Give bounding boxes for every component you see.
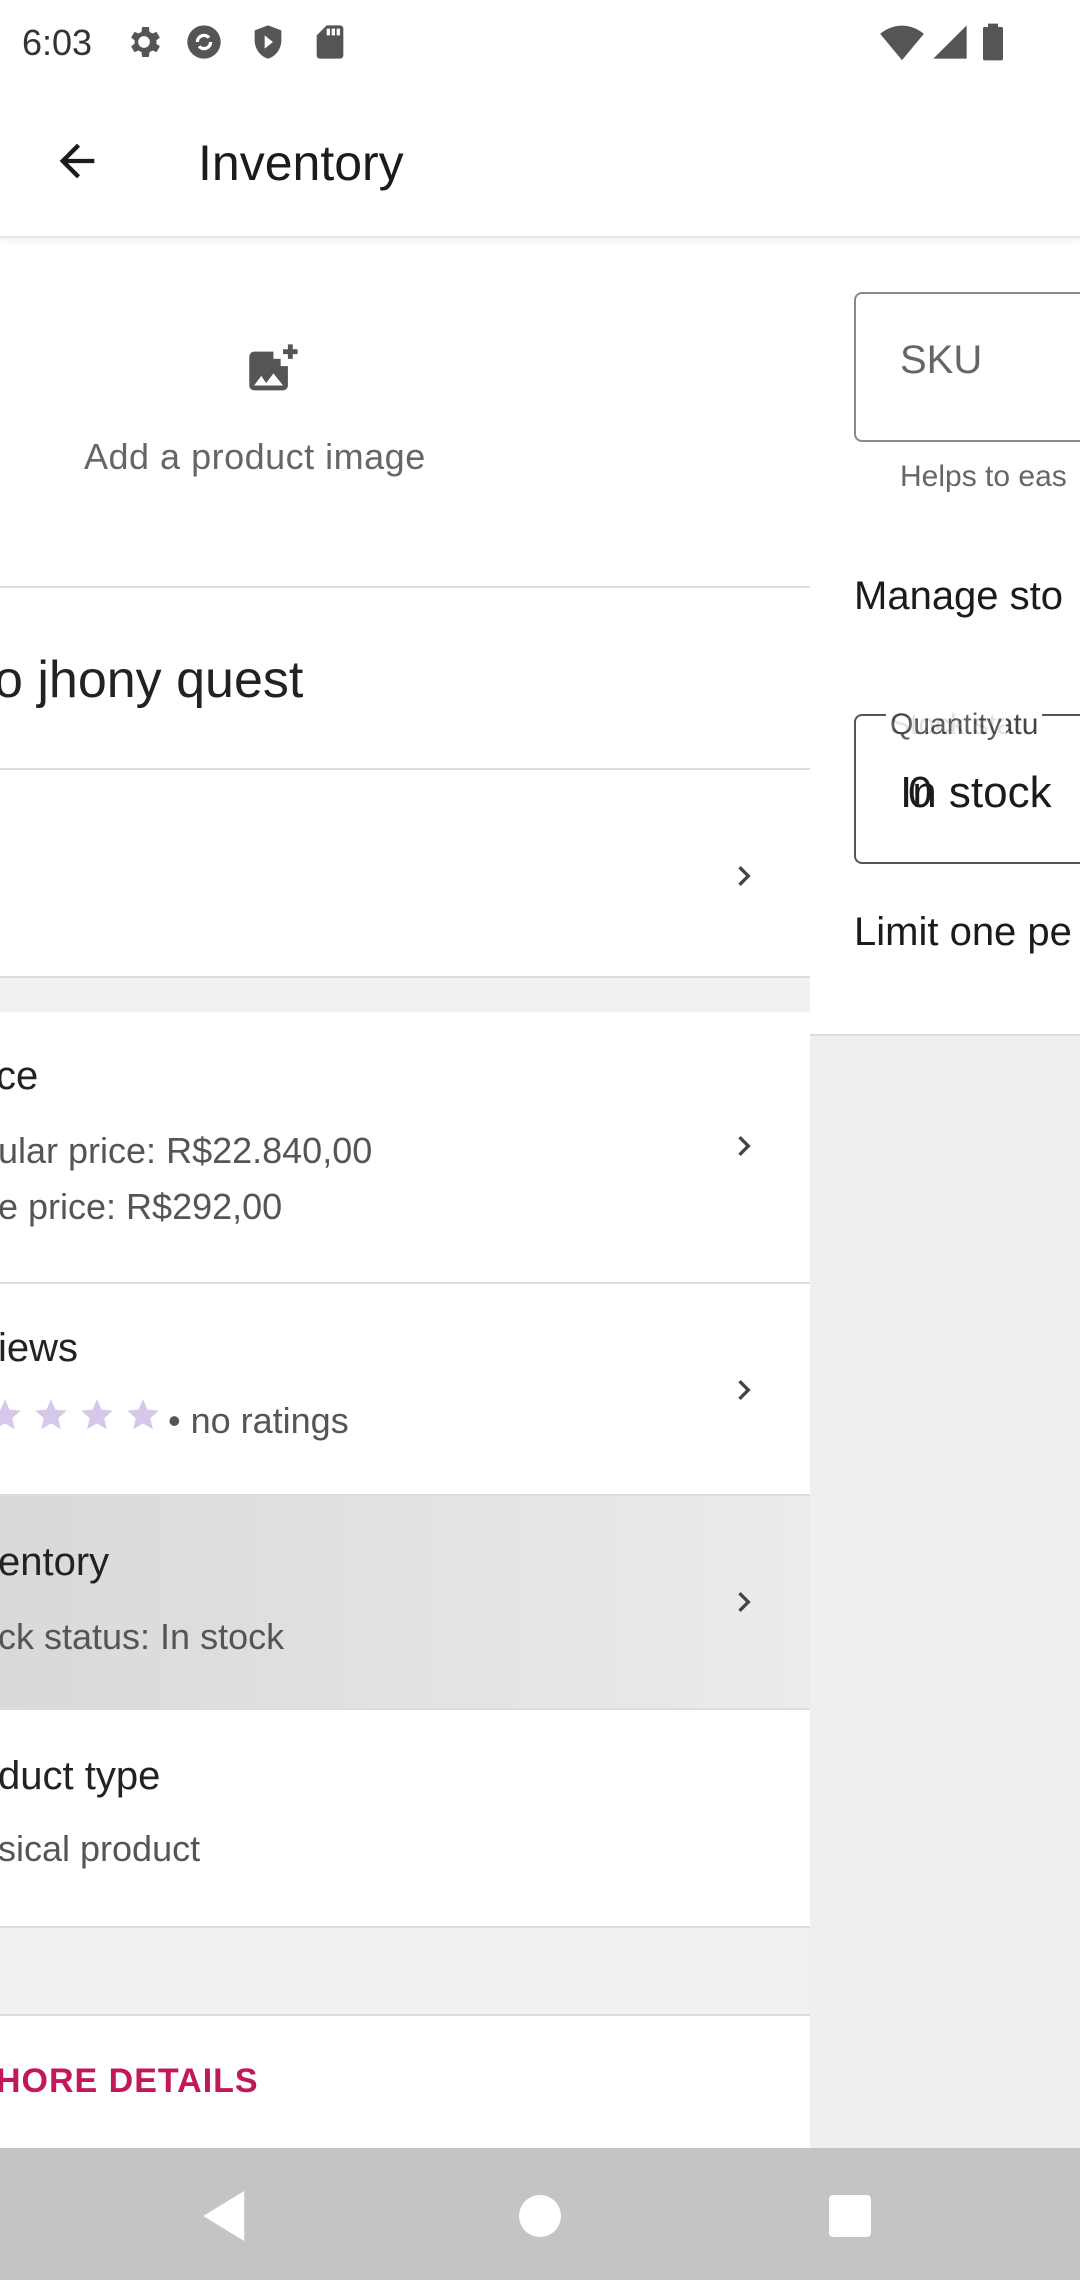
sku-helper-text: Helps to eas [900, 460, 1067, 493]
chevron-right-icon [724, 1582, 764, 1622]
price-row[interactable]: ce ular price: R$22.840,00 e price: R$29… [0, 1012, 810, 1292]
sale-price: e price: R$292,00 [0, 1186, 283, 1227]
star-icon [35, 1399, 67, 1430]
triangle-back-icon [203, 2191, 245, 2241]
status-bar: 6:03 [0, 0, 1080, 84]
description-row[interactable] [0, 770, 810, 976]
more-details-label: HORE DETAILS [0, 2062, 259, 2100]
nav-home-button[interactable] [500, 2176, 580, 2256]
star-icon [127, 1399, 159, 1430]
regular-price: ular price: R$22.840,00 [0, 1130, 373, 1171]
battery-icon [980, 22, 1006, 67]
divider [0, 976, 810, 978]
stock-status-field[interactable]: Stock statu Quantity In stock 0 [854, 708, 1080, 864]
inventory-row[interactable]: entory ck status: In stock [0, 1496, 810, 1708]
settings-icon [124, 22, 164, 62]
inventory-pane: SKU Helps to eas Manage sto Stock statu … [810, 238, 1080, 2148]
quantity-value: 0 [908, 768, 933, 817]
nav-recents-button[interactable] [810, 2176, 890, 2256]
product-title: o jhony quest [0, 651, 304, 709]
inventory-card: SKU Helps to eas Manage sto Stock statu … [810, 238, 1080, 1036]
rating-stars [0, 1396, 162, 1434]
back-button[interactable] [40, 124, 114, 198]
product-detail-pane: Add a product image o jhony quest ce ula… [0, 238, 810, 2148]
stock-status-text: ck status: In stock [0, 1616, 285, 1657]
product-type-value: sical product [0, 1828, 201, 1869]
circle-home-icon [519, 2195, 561, 2237]
arrow-back-icon [59, 143, 95, 179]
navigation-bar [0, 2148, 1080, 2280]
quantity-label: Quantity [886, 708, 1006, 742]
sku-input[interactable]: SKU [854, 292, 1080, 442]
limit-one-label[interactable]: Limit one pe [854, 910, 1072, 955]
product-type-row[interactable]: duct type sical product [0, 1710, 810, 1926]
square-recents-icon [829, 2195, 871, 2237]
price-row-title: ce [0, 1054, 39, 1098]
add-image-label: Add a product image [84, 436, 426, 477]
product-title-block[interactable]: o jhony quest [0, 588, 810, 768]
nav-back-button[interactable] [186, 2176, 266, 2256]
add-image-block[interactable]: Add a product image [0, 238, 810, 586]
status-time: 6:03 [22, 22, 93, 63]
signal-icon [930, 22, 970, 67]
page-title: Inventory [198, 135, 404, 191]
manage-stock-label[interactable]: Manage sto [854, 574, 1063, 619]
app-bar: Inventory [0, 84, 1080, 238]
sync-icon [184, 22, 224, 62]
chevron-right-icon [724, 1126, 764, 1166]
inventory-row-title: entory [0, 1540, 110, 1584]
star-icon [81, 1399, 113, 1430]
more-details-button[interactable]: HORE DETAILS [0, 2016, 810, 2148]
chevron-right-icon [724, 1370, 764, 1410]
add-photo-icon [242, 342, 300, 400]
sd-card-icon [310, 22, 350, 62]
sku-placeholder: SKU [900, 338, 983, 382]
shield-icon [248, 22, 288, 62]
chevron-right-icon [724, 856, 764, 896]
reviews-row[interactable]: iews • no ratings [0, 1284, 810, 1494]
star-icon [0, 1399, 21, 1430]
product-type-title: duct type [0, 1754, 161, 1798]
reviews-row-title: iews [0, 1326, 79, 1370]
divider [0, 1926, 810, 1928]
rating-text: • no ratings [168, 1400, 349, 1441]
wifi-icon [880, 22, 924, 67]
